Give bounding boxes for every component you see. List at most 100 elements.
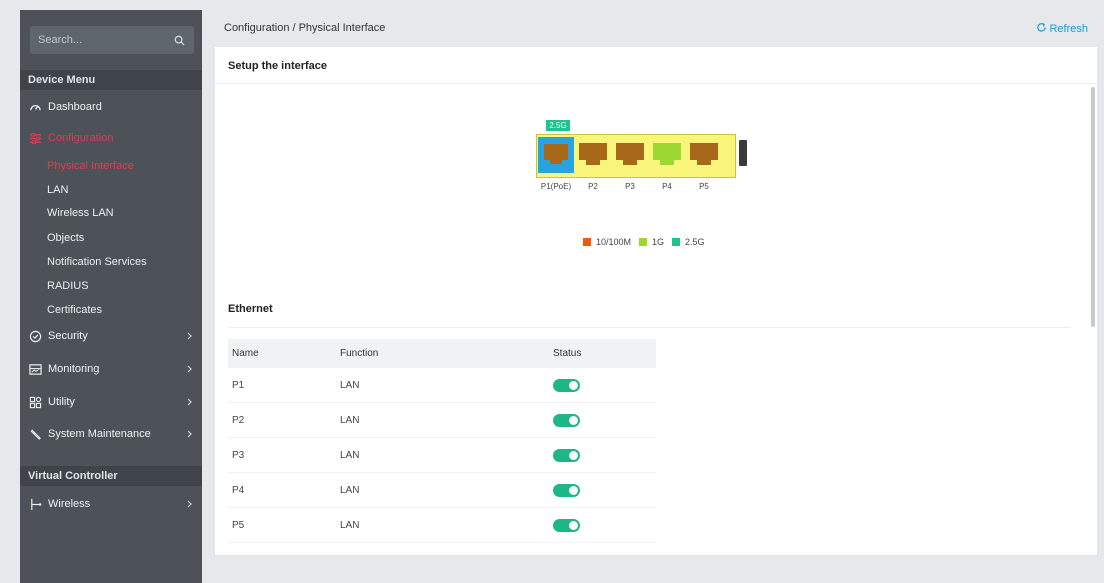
port-p2[interactable] (575, 137, 611, 173)
port-label-p1: P1(PoE) (540, 182, 572, 191)
port-p5[interactable] (686, 137, 722, 173)
row-function: LAN (340, 379, 360, 391)
chevron-right-icon (187, 331, 192, 343)
toggle-knob (569, 520, 578, 530)
table-row: P4 LAN (228, 473, 656, 508)
table-header: Name Function Status (228, 339, 656, 368)
nav-security[interactable]: Security (20, 325, 202, 347)
chevron-right-icon (187, 397, 192, 409)
topbar: Configuration / Physical Interface Refre… (214, 14, 1094, 42)
divider (215, 83, 1097, 84)
search-input[interactable] (38, 34, 172, 46)
row-name: P2 (232, 414, 245, 426)
refresh-icon (1036, 22, 1047, 36)
nav-monitoring[interactable]: Monitoring (20, 358, 202, 380)
refresh-label: Refresh (1049, 23, 1088, 35)
status-toggle[interactable] (553, 378, 580, 392)
sidebar-item-notification-services[interactable]: Notification Services (20, 252, 202, 272)
table-row: P5 LAN (228, 508, 656, 543)
column-header-function: Function (340, 348, 379, 359)
table-row: P3 LAN (228, 438, 656, 473)
ethernet-port-icon (544, 144, 568, 164)
divider (228, 327, 1071, 328)
row-function: LAN (340, 449, 360, 461)
breadcrumb: Configuration / Physical Interface (224, 22, 386, 34)
nav-system-maintenance[interactable]: System Maintenance (20, 423, 202, 445)
status-toggle[interactable] (553, 518, 580, 532)
row-name: P3 (232, 449, 245, 461)
scrollbar[interactable] (1091, 87, 1095, 327)
wrench-icon (28, 427, 42, 441)
status-toggle[interactable] (553, 413, 580, 427)
toggle-knob (569, 415, 578, 425)
speed-legend: 10/100M 1G 2.5G (583, 237, 713, 247)
row-function: LAN (340, 414, 360, 426)
nav-security-label: Security (48, 330, 88, 342)
legend-label: 1G (652, 237, 665, 247)
legend-item-2-5g: 2.5G (672, 237, 705, 247)
port-label-p2: P2 (588, 182, 598, 191)
table-row: P1 LAN (228, 368, 656, 403)
nav-dashboard-label: Dashboard (48, 101, 102, 113)
ethernet-port-icon (616, 143, 644, 165)
legend-item-1g: 1G (639, 237, 664, 247)
nav-dashboard[interactable]: Dashboard (20, 96, 202, 118)
column-header-status: Status (553, 348, 582, 359)
column-header-name: Name (232, 348, 259, 359)
interface-card: Setup the interface 2.5G P1(PoE) P2 P3 P… (214, 46, 1098, 556)
nav-system-maintenance-label: System Maintenance (48, 428, 151, 440)
port-p3[interactable] (612, 137, 648, 173)
device-menu-header: Device Menu (20, 70, 202, 90)
toggle-knob (569, 380, 578, 390)
row-name: P4 (232, 484, 245, 496)
status-toggle[interactable] (553, 448, 580, 462)
configuration-icon (28, 131, 42, 145)
nav-utility[interactable]: Utility (20, 391, 202, 413)
nav-monitoring-label: Monitoring (48, 363, 100, 375)
sidebar-item-objects[interactable]: Objects (20, 228, 202, 248)
sidebar: Device Menu Dashboard Configuration Phys… (20, 10, 202, 583)
monitor-icon (28, 362, 42, 376)
legend-swatch (583, 238, 591, 246)
nav-configuration-label: Configuration (48, 132, 114, 144)
toggle-knob (569, 485, 578, 495)
speed-badge: 2.5G (546, 120, 570, 131)
legend-label: 10/100M (596, 237, 632, 247)
utility-grid-icon (28, 395, 42, 409)
port-label-p3: P3 (625, 182, 635, 191)
sidebar-item-certificates[interactable]: Certificates (20, 300, 202, 320)
row-name: P1 (232, 379, 245, 391)
legend-swatch (672, 238, 681, 246)
sidebar-item-wireless-lan[interactable]: Wireless LAN (20, 203, 202, 223)
status-toggle[interactable] (553, 483, 580, 497)
nav-wireless-label: Wireless (48, 498, 91, 510)
refresh-button[interactable]: Refresh (1036, 22, 1088, 36)
usb-port-icon (739, 140, 747, 166)
row-function: LAN (340, 519, 360, 531)
sidebar-item-physical-interface[interactable]: Physical Interface (20, 156, 202, 176)
table-row: P2 LAN (228, 403, 656, 438)
row-name: P5 (232, 519, 245, 531)
port-p4[interactable] (649, 137, 685, 173)
chevron-right-icon (187, 429, 192, 441)
nav-wireless[interactable]: Wireless (20, 493, 202, 515)
search-icon[interactable] (172, 33, 186, 47)
shield-check-icon (28, 329, 42, 343)
search-box[interactable] (30, 26, 194, 54)
toggle-knob (569, 450, 578, 460)
sidebar-item-lan[interactable]: LAN (20, 180, 202, 200)
chevron-right-icon (187, 499, 192, 511)
ethernet-title: Ethernet (228, 303, 273, 315)
port-label-p4: P4 (662, 182, 672, 191)
ethernet-port-icon (690, 143, 718, 165)
sidebar-item-radius[interactable]: RADIUS (20, 276, 202, 296)
device-panel: 2.5G P1(PoE) P2 P3 P4 P5 (525, 114, 757, 196)
row-function: LAN (340, 484, 360, 496)
nav-utility-label: Utility (48, 396, 75, 408)
virtual-controller-header: Virtual Controller (20, 466, 202, 486)
nav-configuration[interactable]: Configuration (20, 127, 202, 149)
legend-item-10-100m: 10/100M (583, 237, 631, 247)
ethernet-port-icon (579, 143, 607, 165)
ethernet-port-icon (653, 143, 681, 165)
port-p1[interactable] (538, 137, 574, 173)
